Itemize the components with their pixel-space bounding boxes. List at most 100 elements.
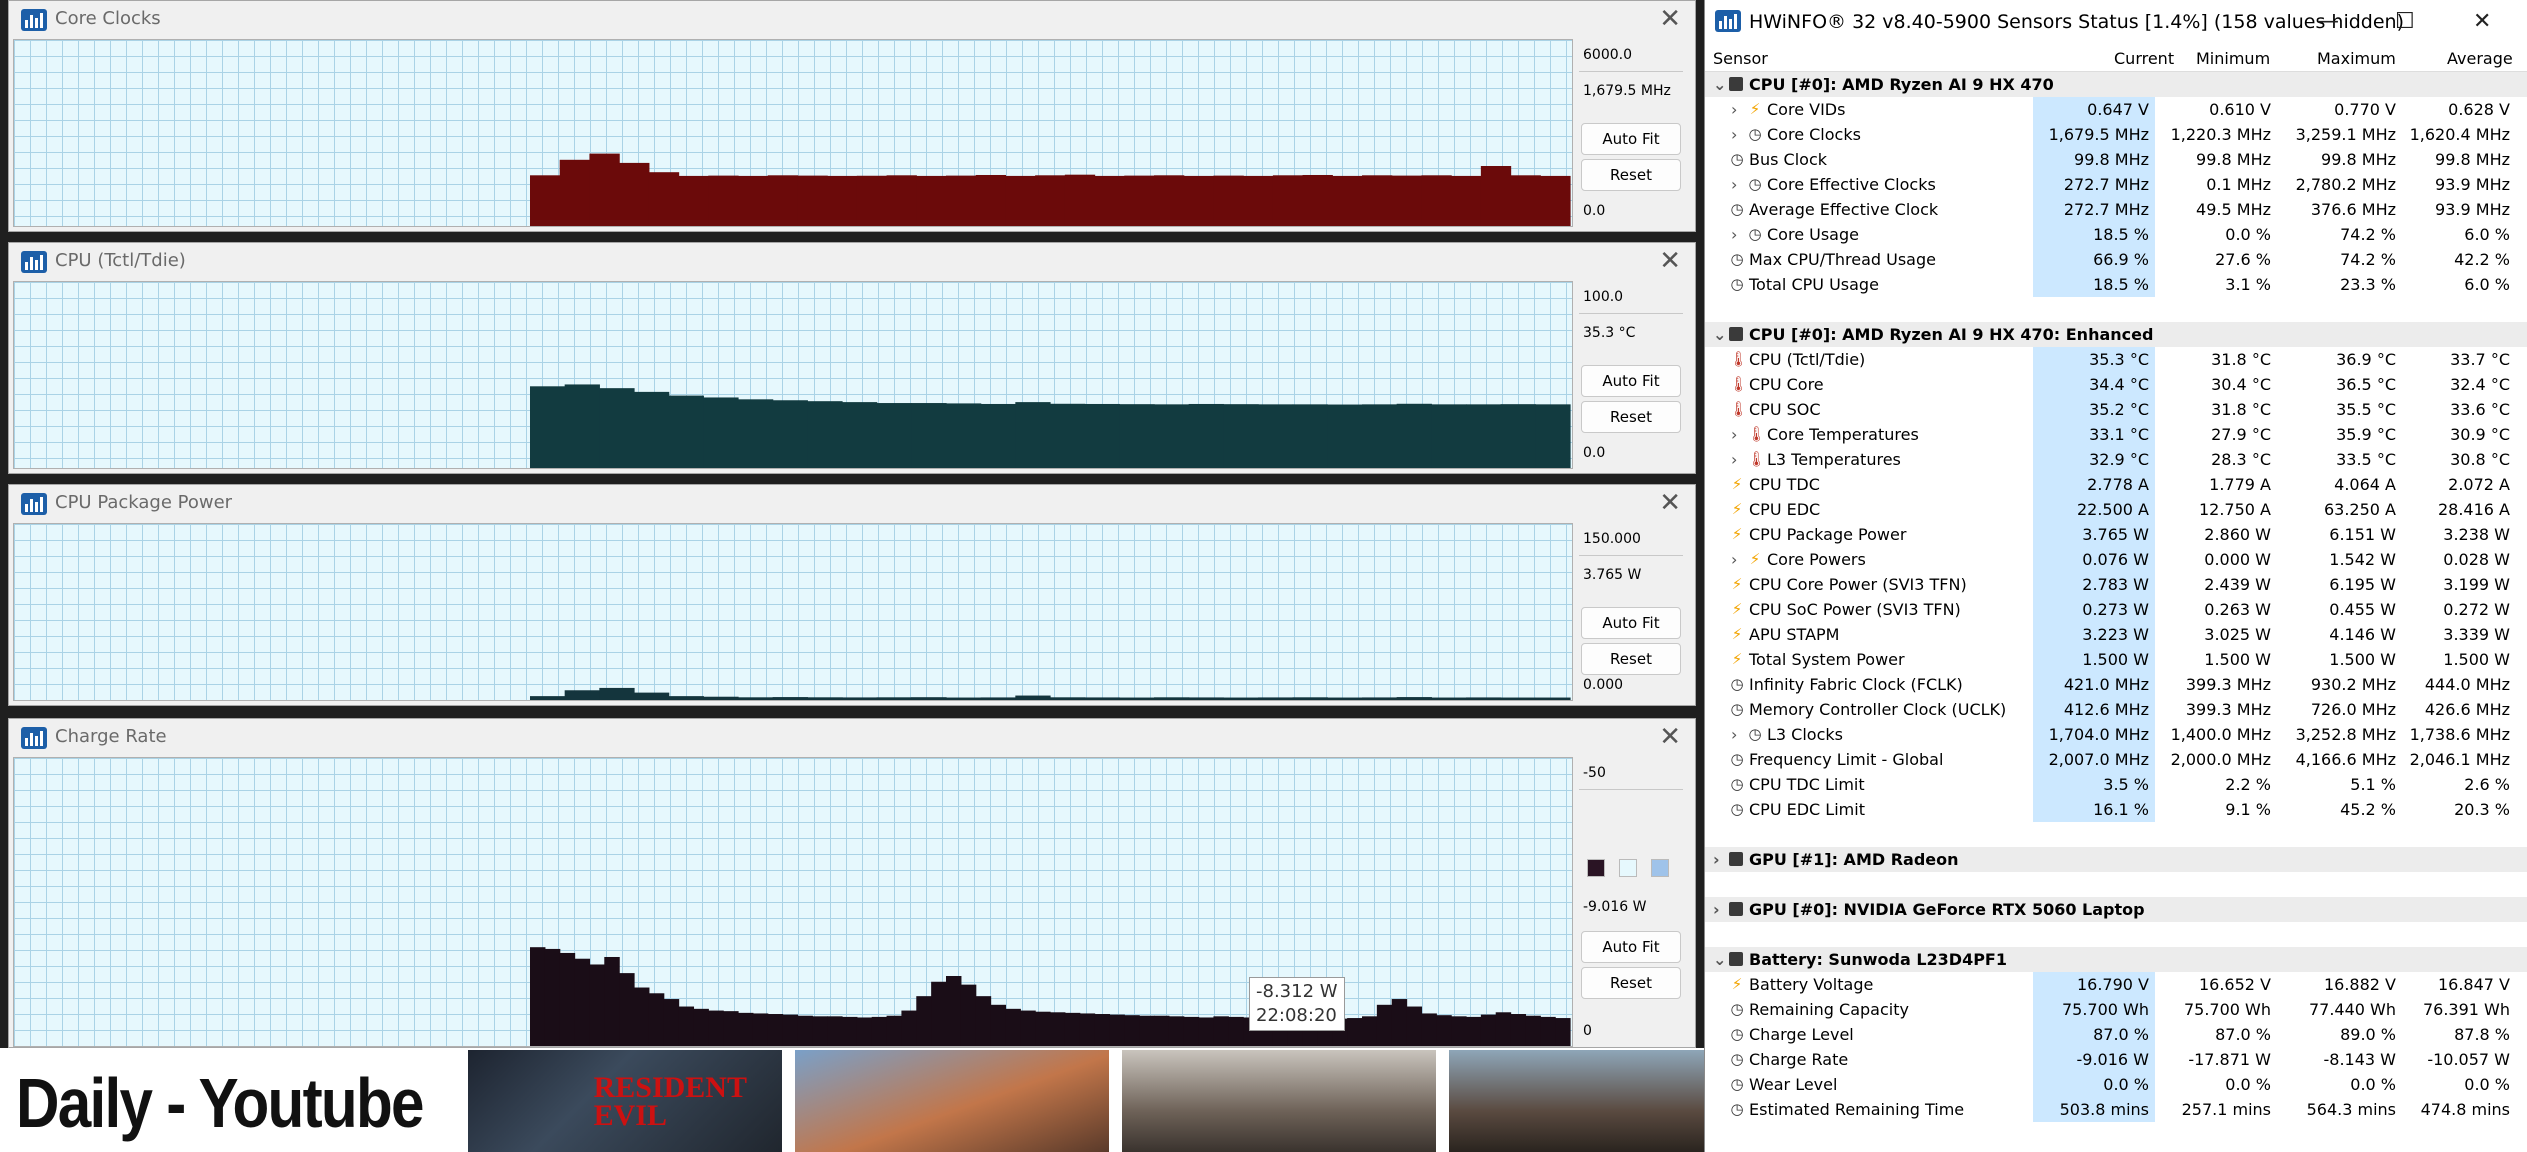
sensor-row[interactable]: ⚡ CPU EDC 22.500 A 12.750 A 63.250 A 28.… (1705, 497, 2527, 522)
sensor-group-row[interactable]: ⌄ Battery: Sunwoda L23D4PF1 (1705, 947, 2527, 972)
color-swatch-fill[interactable] (1587, 859, 1605, 877)
sensors-title-bar[interactable]: HWiNFO® 32 v8.40-5900 Sensors Status [1.… (1705, 0, 2527, 46)
reset-button[interactable]: Reset (1581, 159, 1681, 191)
close-icon[interactable]: ✕ (1659, 4, 1681, 34)
chevron-down-icon[interactable]: ⌄ (1713, 947, 1726, 972)
graph-title-bar[interactable]: CPU (Tctl/Tdie) ✕ (9, 243, 1695, 281)
sensor-row[interactable]: ◷ CPU EDC Limit 16.1 % 9.1 % 45.2 % 20.3… (1705, 797, 2527, 822)
chevron-right-icon[interactable]: › (1731, 447, 1737, 472)
chevron-right-icon[interactable]: › (1731, 422, 1737, 447)
column-average[interactable]: Average (2447, 49, 2513, 68)
sensor-minimum: 27.6 % (2215, 250, 2271, 269)
graph-plot[interactable] (13, 281, 1573, 469)
auto-fit-button[interactable]: Auto Fit (1581, 123, 1681, 155)
sensor-row[interactable]: ⚡ CPU TDC 2.778 A 1.779 A 4.064 A 2.072 … (1705, 472, 2527, 497)
auto-fit-button[interactable]: Auto Fit (1581, 607, 1681, 639)
graph-data-bar (1480, 1014, 1497, 1046)
sensor-group-row[interactable]: ⌄ CPU [#0]: AMD Ryzen AI 9 HX 470 (1705, 72, 2527, 97)
chevron-down-icon[interactable]: ⌄ (1713, 322, 1726, 347)
sensor-group-name: CPU [#0]: AMD Ryzen AI 9 HX 470: Enhance… (1749, 325, 2154, 344)
reset-button[interactable]: Reset (1581, 401, 1681, 433)
sensor-row[interactable]: ⚡ Battery Voltage 16.790 V 16.652 V 16.8… (1705, 972, 2527, 997)
close-icon[interactable]: ✕ (1659, 246, 1681, 276)
column-maximum[interactable]: Maximum (2317, 49, 2396, 68)
chevron-right-icon[interactable]: › (1731, 222, 1737, 247)
sensor-maximum: 99.8 MHz (2321, 150, 2396, 169)
sensor-row[interactable]: ◷ CPU TDC Limit 3.5 % 2.2 % 5.1 % 2.6 % (1705, 772, 2527, 797)
sensor-row[interactable]: ⚡ CPU SoC Power (SVI3 TFN) 0.273 W 0.263… (1705, 597, 2527, 622)
auto-fit-button[interactable]: Auto Fit (1581, 931, 1681, 963)
reset-button[interactable]: Reset (1581, 643, 1681, 675)
sensor-row[interactable]: 🌡 CPU (Tctl/Tdie) 35.3 °C 31.8 °C 36.9 °… (1705, 347, 2527, 372)
graph-title-bar[interactable]: Core Clocks ✕ (9, 1, 1695, 39)
graph-data-bar (668, 696, 704, 700)
color-swatch-grid[interactable] (1651, 859, 1669, 877)
sensor-row[interactable]: › 🌡 L3 Temperatures 32.9 °C 28.3 °C 33.5… (1705, 447, 2527, 472)
video-thumbnail[interactable] (1122, 1050, 1436, 1152)
sensor-row[interactable]: 🌡 CPU SOC 35.2 °C 31.8 °C 35.5 °C 33.6 °… (1705, 397, 2527, 422)
sensor-group-row[interactable]: ⌄ CPU [#0]: AMD Ryzen AI 9 HX 470: Enhan… (1705, 322, 2527, 347)
graph-title-bar[interactable]: CPU Package Power ✕ (9, 485, 1695, 523)
chevron-right-icon[interactable]: › (1731, 97, 1737, 122)
tooltip-value: -8.312 W (1256, 981, 1338, 1002)
sensor-row[interactable]: ◷ Max CPU/Thread Usage 66.9 % 27.6 % 74.… (1705, 247, 2527, 272)
column-current[interactable]: Current (2114, 49, 2174, 68)
sensor-row[interactable]: ◷ Frequency Limit - Global 2,007.0 MHz 2… (1705, 747, 2527, 772)
column-sensor[interactable]: Sensor (1713, 49, 1768, 68)
chevron-right-icon[interactable]: › (1731, 722, 1737, 747)
sensor-row[interactable]: ◷ Wear Level 0.0 % 0.0 % 0.0 % 0.0 % (1705, 1072, 2527, 1097)
maximize-button[interactable]: ☐ (2395, 8, 2415, 36)
minimize-button[interactable]: — (2317, 8, 2339, 36)
color-swatch-background[interactable] (1619, 859, 1637, 877)
sensor-row[interactable]: ⚡ APU STAPM 3.223 W 3.025 W 4.146 W 3.33… (1705, 622, 2527, 647)
sensor-row[interactable]: ◷ Remaining Capacity 75.700 Wh 75.700 Wh… (1705, 997, 2527, 1022)
sensor-row[interactable]: ◷ Memory Controller Clock (UCLK) 412.6 M… (1705, 697, 2527, 722)
sensor-row[interactable]: › ◷ L3 Clocks 1,704.0 MHz 1,400.0 MHz 3,… (1705, 722, 2527, 747)
graph-plot[interactable] (13, 523, 1573, 701)
sensor-group-row[interactable]: › GPU [#1]: AMD Radeon (1705, 847, 2527, 872)
chevron-down-icon[interactable]: ⌄ (1713, 72, 1726, 97)
sensor-row[interactable]: ⚡ Total System Power 1.500 W 1.500 W 1.5… (1705, 647, 2527, 672)
graph-title-bar[interactable]: Charge Rate ✕ (9, 719, 1695, 757)
sensor-row[interactable]: ⚡ CPU Core Power (SVI3 TFN) 2.783 W 2.43… (1705, 572, 2527, 597)
sensor-row[interactable]: › ◷ Core Effective Clocks 272.7 MHz 0.1 … (1705, 172, 2527, 197)
sensor-average: 3.199 W (2443, 575, 2510, 594)
graph-data-bar (604, 956, 620, 1046)
sensor-row[interactable]: › ⚡ Core VIDs 0.647 V 0.610 V 0.770 V 0.… (1705, 97, 2527, 122)
sensor-row[interactable]: ◷ Charge Rate -9.016 W -17.871 W -8.143 … (1705, 1047, 2527, 1072)
sensor-row[interactable]: ◷ Infinity Fabric Clock (FCLK) 421.0 MHz… (1705, 672, 2527, 697)
sensor-row[interactable]: ◷ Charge Level 87.0 % 87.0 % 89.0 % 87.8… (1705, 1022, 2527, 1047)
sensor-row[interactable]: › ◷ Core Usage 18.5 % 0.0 % 74.2 % 6.0 % (1705, 222, 2527, 247)
sensor-row[interactable]: ◷ Total CPU Usage 18.5 % 3.1 % 23.3 % 6.… (1705, 272, 2527, 297)
video-thumbnail[interactable] (795, 1050, 1109, 1152)
chevron-right-icon[interactable]: › (1731, 547, 1737, 572)
reset-button[interactable]: Reset (1581, 967, 1681, 999)
sensor-row[interactable]: ◷ Bus Clock 99.8 MHz 99.8 MHz 99.8 MHz 9… (1705, 147, 2527, 172)
sensor-row[interactable]: ◷ Average Effective Clock 272.7 MHz 49.5… (1705, 197, 2527, 222)
graph-plot[interactable] (13, 39, 1573, 227)
sensor-row[interactable]: ◷ Estimated Remaining Time 503.8 mins 25… (1705, 1097, 2527, 1122)
graph-data-bar (767, 175, 799, 226)
close-icon[interactable]: ✕ (1659, 488, 1681, 518)
auto-fit-button[interactable]: Auto Fit (1581, 365, 1681, 397)
sensor-row[interactable]: ⚡ CPU Package Power 3.765 W 2.860 W 6.15… (1705, 522, 2527, 547)
video-thumbnail[interactable] (1449, 1050, 1705, 1152)
chevron-right-icon[interactable]: › (1713, 897, 1720, 922)
sensor-row[interactable]: › ◷ Core Clocks 1,679.5 MHz 1,220.3 MHz … (1705, 122, 2527, 147)
video-thumbnail[interactable]: RESIDENT EVIL (468, 1050, 782, 1152)
sensor-average: 28.416 A (2437, 500, 2510, 519)
sensor-group-row[interactable]: › GPU [#0]: NVIDIA GeForce RTX 5060 Lapt… (1705, 897, 2527, 922)
chevron-right-icon[interactable]: › (1731, 172, 1737, 197)
column-minimum[interactable]: Minimum (2196, 49, 2270, 68)
graph-data-bar (1500, 404, 1536, 468)
sensor-minimum: 99.8 MHz (2196, 150, 2271, 169)
chevron-right-icon[interactable]: › (1713, 847, 1720, 872)
sensor-row[interactable]: › 🌡 Core Temperatures 33.1 °C 27.9 °C 35… (1705, 422, 2527, 447)
chevron-right-icon[interactable]: › (1731, 122, 1737, 147)
close-button[interactable]: ✕ (2473, 8, 2491, 36)
sensor-row[interactable]: › ⚡ Core Powers 0.076 W 0.000 W 1.542 W … (1705, 547, 2527, 572)
close-icon[interactable]: ✕ (1659, 722, 1681, 752)
graph-data-bar (842, 402, 878, 468)
sensor-row[interactable]: 🌡 CPU Core 34.4 °C 30.4 °C 36.5 °C 32.4 … (1705, 372, 2527, 397)
tooltip-time: 22:08:20 (1256, 1005, 1337, 1026)
